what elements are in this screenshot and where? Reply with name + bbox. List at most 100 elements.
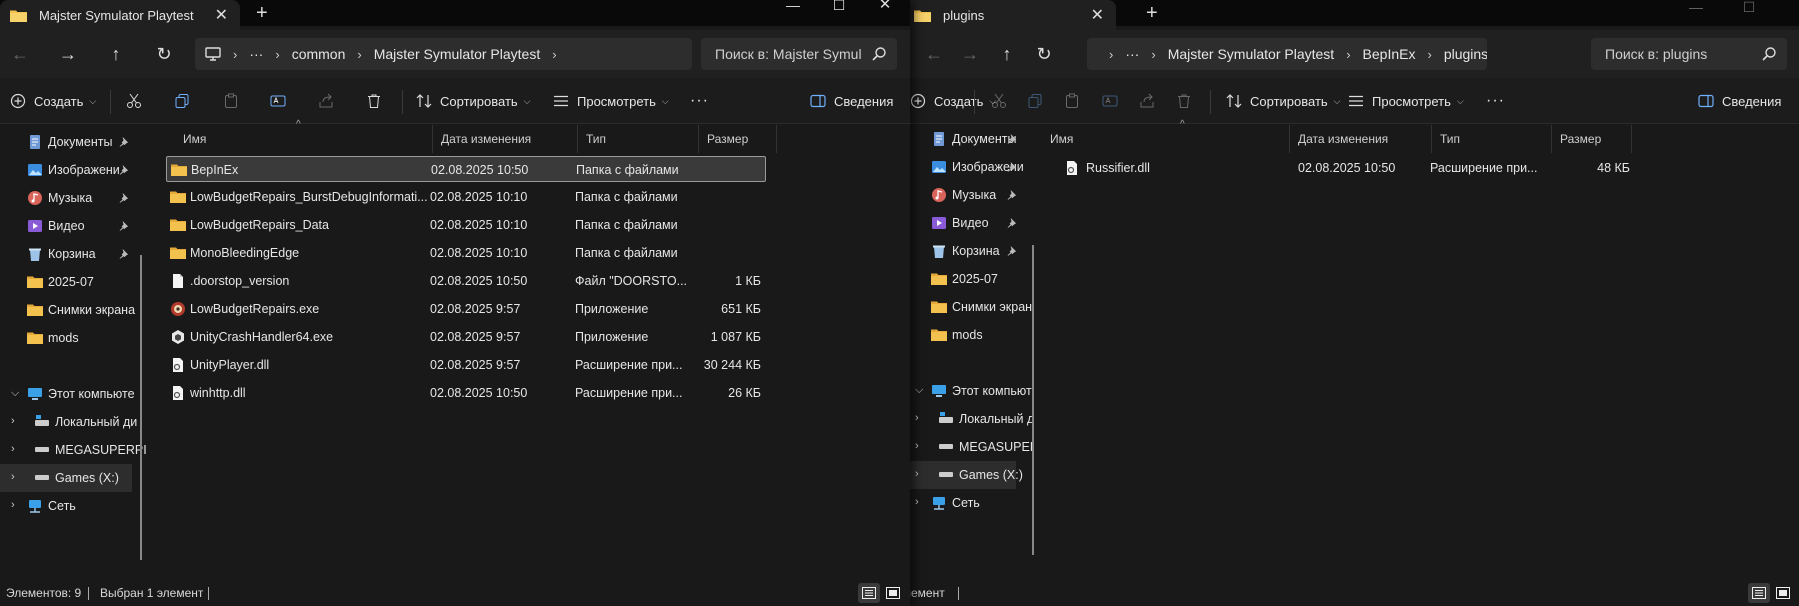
scrollbar[interactable]: [1032, 245, 1034, 555]
tab-majster[interactable]: Majster Symulator Playtest ✕: [0, 0, 240, 30]
breadcrumb-more[interactable]: ···: [249, 46, 263, 62]
rename-icon[interactable]: [268, 91, 288, 111]
column-name[interactable]: Имя: [175, 125, 433, 153]
sort-button[interactable]: Сортировать ⌵: [416, 90, 531, 112]
file-row[interactable]: winhttp.dll 02.08.2025 10:50 Расширение …: [166, 380, 766, 406]
nav-item-folder[interactable]: Снимки экрана: [904, 293, 1034, 321]
nav-item-video[interactable]: Видео: [0, 212, 132, 240]
nav-item-drive[interactable]: › MEGASUPERPI: [0, 436, 147, 464]
details-button[interactable]: Сведения: [1698, 90, 1781, 112]
nav-item-drive[interactable]: › Games (X:): [904, 461, 1023, 489]
file-row[interactable]: .doorstop_version 02.08.2025 10:50 Файл …: [166, 268, 766, 294]
up-arrow-icon[interactable]: ↑: [104, 42, 128, 66]
tiles-view-icon[interactable]: [882, 583, 904, 603]
cut-icon[interactable]: [124, 91, 144, 111]
file-row[interactable]: UnityPlayer.dll 02.08.2025 9:57 Расширен…: [166, 352, 766, 378]
nav-item-documents[interactable]: Документы: [904, 125, 1016, 153]
nav-item-this-pc[interactable]: ⌵ Этот компьюте: [904, 377, 1034, 405]
copy-icon[interactable]: [1025, 91, 1045, 111]
file-row[interactable]: LowBudgetRepairs.exe 02.08.2025 9:57 При…: [166, 296, 766, 322]
close-tab-icon[interactable]: ✕: [215, 5, 228, 25]
back-arrow-icon[interactable]: ←: [8, 42, 32, 66]
nav-item-drive[interactable]: › Локальный ди: [904, 405, 1034, 433]
breadcrumb-item[interactable]: BepInEx: [1363, 46, 1416, 62]
view-button[interactable]: Просмотреть ⌵: [553, 90, 669, 112]
nav-item-video[interactable]: Видео: [904, 209, 1017, 237]
nav-item-this-pc[interactable]: ⌵ Этот компьюте: [0, 380, 135, 408]
tab-plugins[interactable]: plugins ✕: [904, 0, 1116, 30]
up-arrow-icon[interactable]: ↑: [995, 42, 1019, 66]
breadcrumb-item[interactable]: plugins: [1444, 46, 1487, 62]
cut-icon[interactable]: [989, 91, 1009, 111]
share-icon[interactable]: [316, 91, 336, 111]
create-button[interactable]: Создать ⌵: [910, 90, 996, 112]
search-input[interactable]: Поиск в: plugins: [1591, 38, 1787, 70]
details-view-icon[interactable]: [1748, 583, 1770, 603]
nav-item-folder[interactable]: 2025-07: [904, 265, 1016, 293]
delete-icon[interactable]: [364, 91, 384, 111]
forward-arrow-icon[interactable]: →: [958, 42, 982, 66]
close-icon[interactable]: ✕: [862, 0, 908, 24]
details-view-icon[interactable]: [858, 583, 880, 603]
minimize-icon[interactable]: —: [1673, 0, 1719, 26]
column-date[interactable]: Дата изменения: [1290, 125, 1432, 153]
details-button[interactable]: Сведения: [810, 90, 893, 112]
tiles-view-icon[interactable]: [1772, 583, 1794, 603]
more-options-button[interactable]: ···: [690, 90, 709, 112]
maximize-icon[interactable]: ☐: [816, 0, 862, 24]
column-name[interactable]: Имя: [1042, 125, 1290, 153]
more-options-button[interactable]: ···: [1486, 90, 1505, 112]
forward-arrow-icon[interactable]: →: [56, 42, 80, 66]
refresh-icon[interactable]: ↻: [1032, 42, 1056, 66]
chevron-right-icon[interactable]: ›: [915, 468, 919, 480]
nav-item-folder[interactable]: 2025-07: [0, 268, 132, 296]
column-size[interactable]: Размер: [1552, 125, 1632, 153]
breadcrumb-more[interactable]: ···: [1125, 46, 1139, 62]
nav-item-documents[interactable]: Документы: [0, 128, 132, 156]
search-input[interactable]: Поиск в: Majster Symul: [701, 38, 897, 70]
maximize-icon[interactable]: ☐: [1726, 0, 1772, 26]
chevron-down-icon[interactable]: ⌵: [11, 387, 19, 400]
nav-item-pictures[interactable]: Изображени: [0, 156, 132, 184]
nav-item-recycle-bin[interactable]: Корзина: [904, 237, 1017, 265]
chevron-right-icon[interactable]: ›: [915, 412, 919, 424]
minimize-icon[interactable]: —: [770, 0, 816, 24]
nav-item-drive[interactable]: › Games (X:): [0, 464, 132, 492]
nav-item-music[interactable]: Музыка: [0, 184, 132, 212]
chevron-down-icon[interactable]: ⌵: [915, 384, 923, 397]
file-row[interactable]: Russifier.dll 02.08.2025 10:50 Расширени…: [1052, 155, 1642, 181]
refresh-icon[interactable]: ↻: [152, 42, 176, 66]
chevron-right-icon[interactable]: ›: [11, 415, 15, 427]
scrollbar[interactable]: [140, 255, 142, 560]
nav-item-network[interactable]: › Сеть: [0, 492, 132, 520]
file-row[interactable]: BepInEx 02.08.2025 10:50 Папка с файлами: [166, 156, 766, 182]
file-row[interactable]: LowBudgetRepairs_BurstDebugInformati... …: [166, 184, 766, 210]
nav-item-network[interactable]: › Сеть: [904, 489, 1016, 517]
file-row[interactable]: LowBudgetRepairs_Data 02.08.2025 10:10 П…: [166, 212, 766, 238]
sort-button[interactable]: Сортировать ⌵: [1226, 90, 1341, 112]
breadcrumb-item[interactable]: common: [292, 46, 346, 62]
nav-item-folder[interactable]: mods: [904, 321, 1016, 349]
breadcrumb-item[interactable]: Majster Symulator Playtest: [374, 46, 541, 62]
create-button[interactable]: Создать ⌵: [10, 90, 96, 112]
nav-item-folder[interactable]: Снимки экрана: [0, 296, 135, 324]
column-size[interactable]: Размер: [699, 125, 777, 153]
share-icon[interactable]: [1137, 91, 1157, 111]
file-row[interactable]: UnityCrashHandler64.exe 02.08.2025 9:57 …: [166, 324, 766, 350]
chevron-right-icon[interactable]: ›: [11, 499, 15, 511]
paste-icon[interactable]: [1062, 91, 1082, 111]
column-type[interactable]: Тип: [1432, 125, 1552, 153]
rename-icon[interactable]: [1100, 91, 1120, 111]
nav-item-drive[interactable]: › Локальный ди: [0, 408, 137, 436]
view-button[interactable]: Просмотреть ⌵: [1348, 90, 1464, 112]
address-bar[interactable]: › ··· › Majster Symulator Playtest › Bep…: [1087, 38, 1487, 70]
new-tab-button[interactable]: +: [1146, 2, 1158, 25]
file-row[interactable]: MonoBleedingEdge 02.08.2025 10:10 Папка …: [166, 240, 766, 266]
chevron-right-icon[interactable]: ›: [915, 496, 919, 508]
nav-item-music[interactable]: Музыка: [904, 181, 1017, 209]
breadcrumb-item[interactable]: Majster Symulator Playtest: [1168, 46, 1335, 62]
nav-item-folder[interactable]: mods: [0, 324, 132, 352]
address-bar[interactable]: › ··· › common › Majster Symulator Playt…: [195, 38, 692, 70]
nav-item-recycle-bin[interactable]: Корзина: [0, 240, 132, 268]
chevron-right-icon[interactable]: ›: [915, 440, 919, 452]
